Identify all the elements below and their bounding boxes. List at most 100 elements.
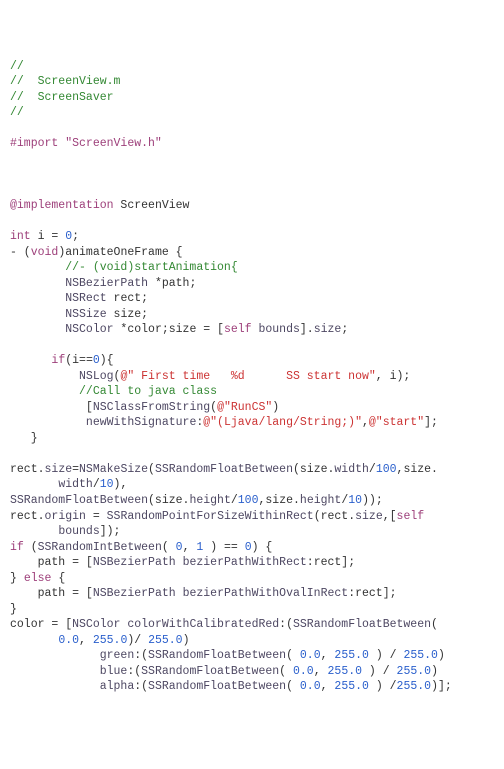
code-line: rect.size=NSMakeSize(SSRandomFloatBetwee… bbox=[10, 462, 494, 478]
code-token: SSRandomFloatBetween bbox=[293, 618, 431, 631]
code-line: NSBezierPath *path; bbox=[10, 276, 494, 292]
code-line: if (SSRandomIntBetween( 0, 1 ) == 0) { bbox=[10, 540, 494, 556]
code-token: //Call to java class bbox=[10, 385, 217, 398]
code-token: NSBezierPath bbox=[93, 556, 176, 569]
code-token: rect. bbox=[10, 510, 45, 523]
code-token: (rect. bbox=[314, 510, 355, 523]
code-token: :rect]; bbox=[348, 587, 396, 600]
code-token: { bbox=[51, 572, 65, 585]
code-line: [NSClassFromString(@"RunCS") bbox=[10, 400, 494, 416]
code-token: NSBezierPath bbox=[65, 277, 148, 290]
code-token: width bbox=[58, 478, 93, 491]
code-line: if(i==0){ bbox=[10, 353, 494, 369]
code-token: origin bbox=[45, 510, 86, 523]
code-token: *color;size = [ bbox=[114, 323, 224, 336]
code-token: bounds bbox=[258, 323, 299, 336]
code-token: height bbox=[189, 494, 230, 507]
code-token: ) { bbox=[252, 541, 273, 554]
code-line: int i = 0; bbox=[10, 229, 494, 245]
code-token bbox=[176, 587, 183, 600]
code-token: (size. bbox=[148, 494, 189, 507]
code-line: - (void)animateOneFrame { bbox=[10, 245, 494, 261]
code-line bbox=[10, 121, 494, 137]
code-token: SSRandomFloatBetween bbox=[10, 494, 148, 507]
code-token: ) bbox=[431, 665, 438, 678]
code-token: , bbox=[362, 416, 369, 429]
code-line: // ScreenSaver bbox=[10, 90, 494, 106]
code-token: [ bbox=[10, 401, 93, 414]
code-token: , bbox=[183, 541, 197, 554]
code-token: } bbox=[10, 432, 38, 445]
code-line bbox=[10, 446, 494, 462]
code-token: // bbox=[10, 106, 24, 119]
code-token: SSRandomIntBetween bbox=[38, 541, 162, 554]
code-line: blue:(SSRandomFloatBetween( 0.0, 255.0 )… bbox=[10, 664, 494, 680]
code-token: alpha bbox=[100, 680, 135, 693]
code-token: , i); bbox=[376, 370, 411, 383]
code-token: ( bbox=[286, 649, 300, 662]
code-token bbox=[10, 525, 58, 538]
code-token: @"(Ljava/lang/String;)" bbox=[203, 416, 362, 429]
code-token: ( bbox=[286, 680, 300, 693]
code-line: bounds]); bbox=[10, 524, 494, 540]
code-token bbox=[10, 292, 65, 305]
code-token: , bbox=[321, 649, 335, 662]
code-token: :( bbox=[127, 665, 141, 678]
code-token: size; bbox=[107, 308, 148, 321]
code-token: self bbox=[224, 323, 252, 336]
code-token: ){ bbox=[100, 354, 114, 367]
code-token bbox=[10, 370, 79, 383]
code-token: 0.0 bbox=[58, 634, 79, 647]
code-token: ( bbox=[431, 618, 438, 631]
code-token: ]); bbox=[100, 525, 121, 538]
code-token: (size. bbox=[293, 463, 334, 476]
code-token: ]. bbox=[300, 323, 314, 336]
code-token: ( bbox=[148, 463, 155, 476]
code-line bbox=[10, 214, 494, 230]
code-token: color = [ bbox=[10, 618, 72, 631]
code-token: SSRandomPointForSizeWithinRect bbox=[107, 510, 314, 523]
code-token: ,size. bbox=[397, 463, 438, 476]
code-token: / bbox=[93, 478, 100, 491]
code-token bbox=[10, 354, 51, 367]
code-token: - ( bbox=[10, 246, 31, 259]
code-token: ]; bbox=[424, 416, 438, 429]
code-token: NSMakeSize bbox=[79, 463, 148, 476]
code-line bbox=[10, 167, 494, 183]
code-token: 255.0 bbox=[148, 634, 183, 647]
code-line: #import "ScreenView.h" bbox=[10, 136, 494, 152]
code-line: // bbox=[10, 59, 494, 75]
code-token bbox=[10, 680, 100, 693]
code-token: blue bbox=[100, 665, 128, 678]
code-token: 100 bbox=[238, 494, 259, 507]
code-token: bounds bbox=[58, 525, 99, 538]
code-token: ,size. bbox=[259, 494, 300, 507]
code-token: rect. bbox=[10, 463, 45, 476]
code-token: } bbox=[10, 572, 24, 585]
code-token: 255.0 bbox=[403, 649, 438, 662]
code-token: path = [ bbox=[10, 587, 93, 600]
code-token: )/ bbox=[127, 634, 148, 647]
code-line: // bbox=[10, 105, 494, 121]
code-token: green bbox=[100, 649, 135, 662]
code-token: ,[ bbox=[383, 510, 397, 523]
code-line bbox=[10, 152, 494, 168]
code-token: ( bbox=[24, 541, 38, 554]
code-token: / bbox=[231, 494, 238, 507]
code-token: width bbox=[334, 463, 369, 476]
code-token: :( bbox=[279, 618, 293, 631]
code-line: 0.0, 255.0)/ 255.0) bbox=[10, 633, 494, 649]
code-token: ) / bbox=[362, 665, 397, 678]
code-token: = bbox=[72, 463, 79, 476]
code-token: SSRandomFloatBetween bbox=[148, 680, 286, 693]
code-token: 0.0 bbox=[293, 665, 314, 678]
code-line: NSColor *color;size = [self bounds].size… bbox=[10, 322, 494, 338]
code-token: NSColor bbox=[65, 323, 113, 336]
code-token: 255.0 bbox=[334, 649, 369, 662]
code-line: color = [NSColor colorWithCalibratedRed:… bbox=[10, 617, 494, 633]
code-token: ; bbox=[341, 323, 348, 336]
code-token: :( bbox=[134, 680, 148, 693]
code-line: @implementation ScreenView bbox=[10, 198, 494, 214]
code-token: )animateOneFrame { bbox=[58, 246, 182, 259]
code-token: 10 bbox=[100, 478, 114, 491]
